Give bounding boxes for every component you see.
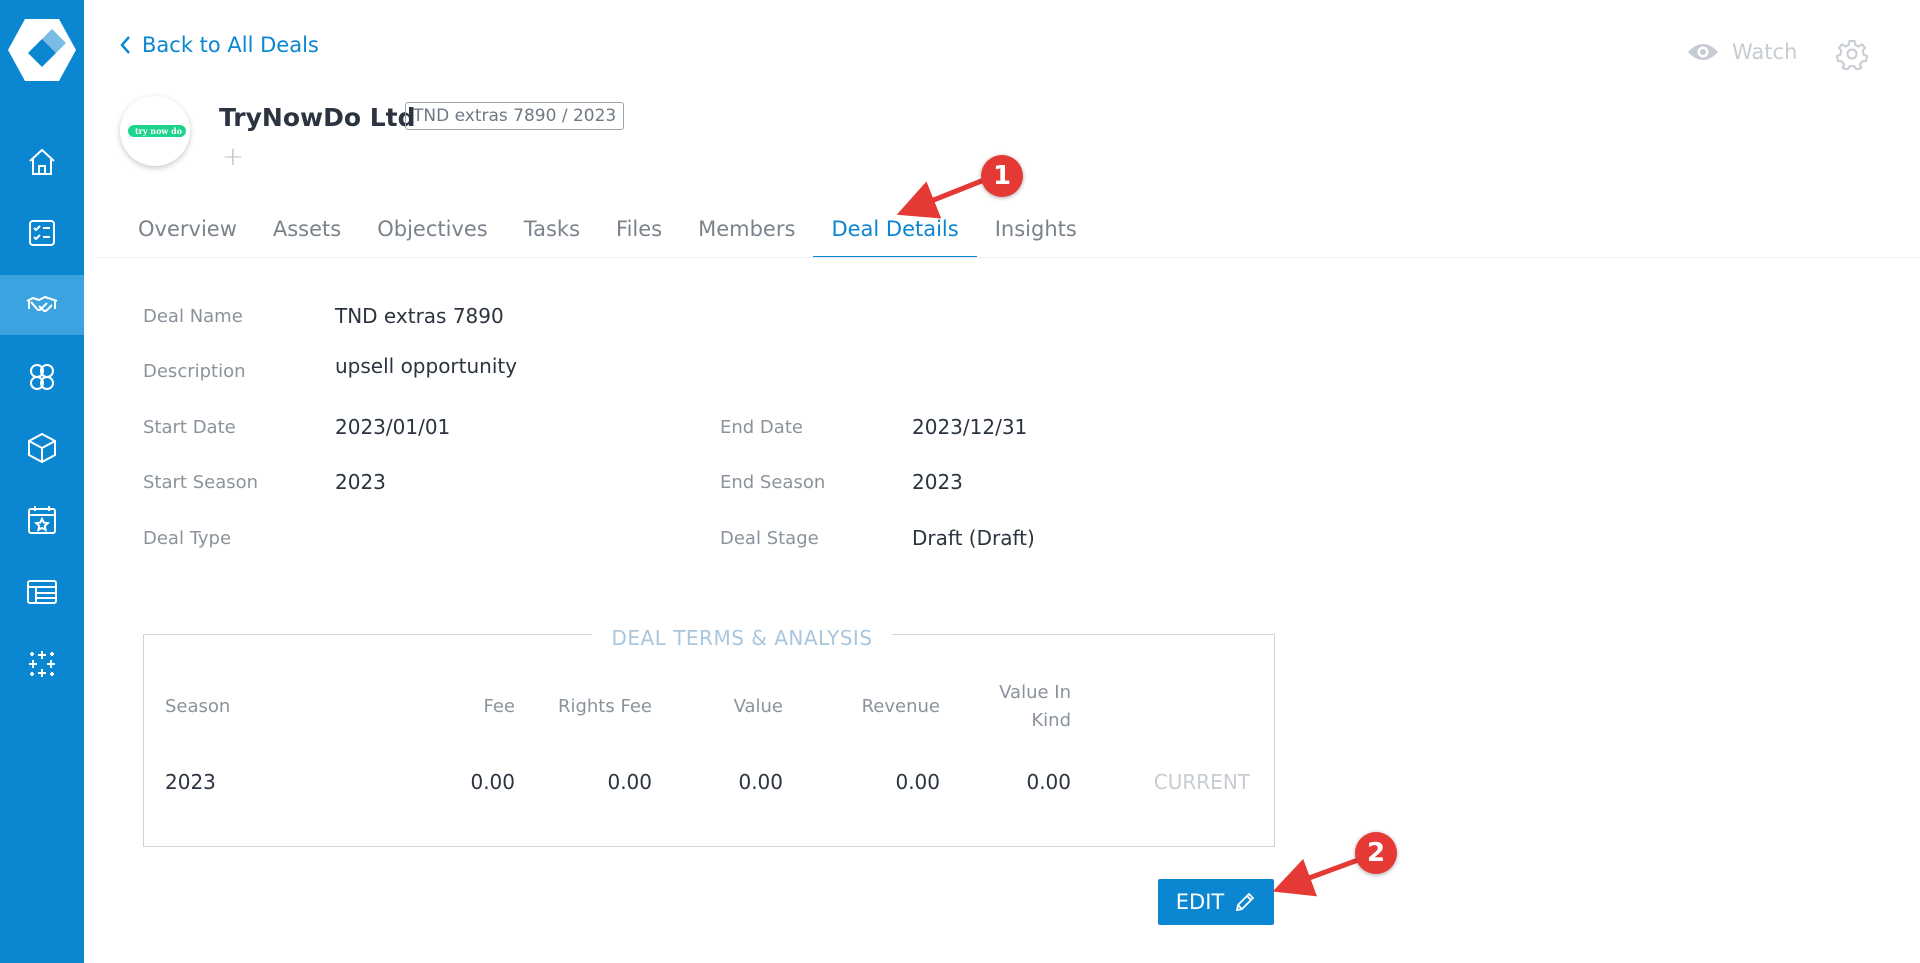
- start-date-value: 2023/01/01: [335, 415, 451, 439]
- nav-insights[interactable]: [0, 634, 84, 694]
- col-revenue: Revenue: [861, 696, 940, 717]
- home-icon: [29, 148, 55, 175]
- tab-bar: Overview Assets Objectives Tasks Files M…: [120, 208, 1095, 258]
- box-icon: [28, 432, 56, 464]
- tab-members[interactable]: Members: [680, 208, 813, 258]
- description-value: upsell opportunity: [335, 354, 518, 378]
- deal-terms-title: DEAL TERMS & ANALYSIS: [592, 626, 892, 650]
- nav-events[interactable]: [0, 490, 84, 550]
- tab-deal-details[interactable]: Deal Details: [813, 208, 977, 258]
- tab-assets[interactable]: Assets: [255, 208, 359, 258]
- annotation-arrow-1: [896, 177, 985, 219]
- deal-stage-value: Draft (Draft): [912, 526, 1035, 550]
- watch-button[interactable]: Watch: [1686, 40, 1797, 64]
- end-date-label: End Date: [720, 417, 803, 438]
- deal-terms-panel: [143, 634, 1275, 847]
- back-to-deals-link[interactable]: Back to All Deals: [118, 33, 319, 57]
- row-revenue: 0.00: [895, 770, 940, 794]
- sidebar: [0, 0, 84, 963]
- row-status-badge: CURRENT: [1153, 770, 1250, 794]
- end-season-label: End Season: [720, 472, 826, 493]
- groups-icon: [30, 364, 54, 390]
- chevron-left-icon: [120, 36, 130, 54]
- deal-name-value: TND extras 7890: [335, 304, 504, 328]
- col-value-in-kind-line1: Value In: [999, 682, 1071, 703]
- table-icon: [27, 580, 57, 604]
- deal-stage-label: Deal Stage: [720, 528, 819, 549]
- nav-tasks[interactable]: [0, 203, 84, 263]
- company-name: TryNowDo Ltd: [219, 103, 416, 132]
- row-rights-fee: 0.00: [607, 770, 652, 794]
- annotation-callout-1: 1: [981, 155, 1023, 197]
- end-date-value: 2023/12/31: [912, 415, 1028, 439]
- annotation-callout-2: 2: [1355, 832, 1397, 874]
- calendar-star-icon: [28, 506, 56, 534]
- col-rights-fee: Rights Fee: [557, 696, 652, 717]
- nav-home[interactable]: [0, 132, 84, 192]
- description-label: Description: [143, 361, 246, 382]
- start-date-label: Start Date: [143, 417, 236, 438]
- tab-insights[interactable]: Insights: [977, 208, 1095, 258]
- deal-type-label: Deal Type: [143, 528, 232, 549]
- row-value-in-kind: 0.00: [1026, 770, 1071, 794]
- add-tag-button[interactable]: +: [222, 142, 244, 172]
- start-season-value: 2023: [335, 470, 386, 494]
- col-value: Value: [733, 696, 783, 717]
- edit-button-label: EDIT: [1175, 890, 1225, 914]
- nav-inventory[interactable]: [0, 562, 84, 622]
- back-link-label: Back to All Deals: [142, 33, 319, 57]
- tabs-divider: [96, 257, 1920, 258]
- checklist-icon: [29, 220, 55, 246]
- tab-tasks[interactable]: Tasks: [506, 208, 598, 258]
- end-season-value: 2023: [912, 470, 963, 494]
- nav-groups[interactable]: [0, 347, 84, 407]
- annotation-arrow-2: [1272, 857, 1359, 897]
- eye-icon: [1688, 44, 1718, 60]
- pencil-icon: [1236, 892, 1255, 912]
- gear-icon[interactable]: [1836, 38, 1868, 70]
- app-logo-icon[interactable]: [8, 17, 76, 83]
- sparkle-grid-icon: [29, 651, 55, 677]
- deal-badge: TND extras 7890 / 2023: [405, 102, 625, 130]
- nav-deals[interactable]: [0, 275, 84, 335]
- row-value: 0.00: [738, 770, 783, 794]
- watch-label: Watch: [1732, 40, 1798, 64]
- deal-name-label: Deal Name: [143, 306, 243, 327]
- tab-overview[interactable]: Overview: [120, 208, 255, 258]
- row-fee: 0.00: [470, 770, 515, 794]
- col-fee: Fee: [483, 696, 515, 717]
- tab-objectives[interactable]: Objectives: [359, 208, 506, 258]
- start-season-label: Start Season: [143, 472, 259, 493]
- company-logo: try now do: [120, 96, 190, 166]
- edit-button[interactable]: EDIT: [1158, 879, 1274, 925]
- tab-files[interactable]: Files: [598, 208, 680, 258]
- col-season: Season: [165, 696, 231, 717]
- col-value-in-kind-line2: Kind: [1031, 710, 1071, 731]
- row-season: 2023: [165, 770, 216, 794]
- company-logo-text: try now do: [127, 125, 187, 137]
- nav-assets[interactable]: [0, 418, 84, 478]
- handshake-icon: [26, 295, 58, 312]
